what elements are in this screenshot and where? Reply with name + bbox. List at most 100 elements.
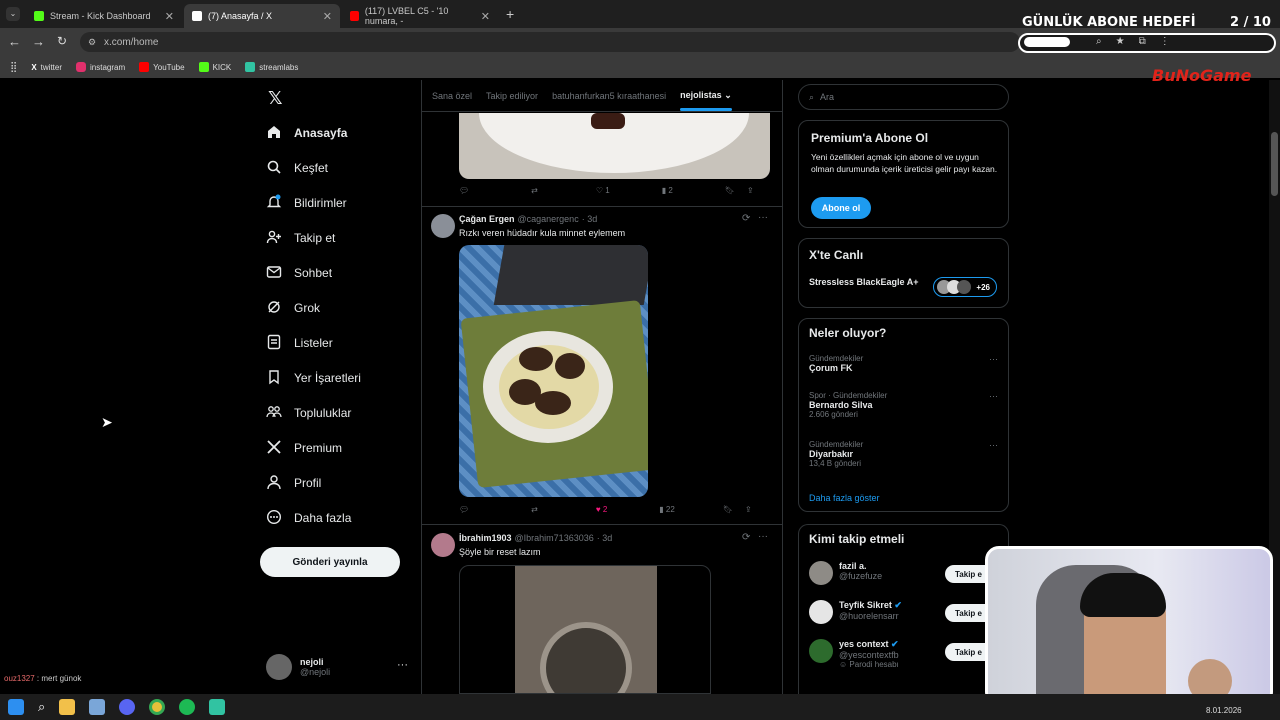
sidebar-item-follow[interactable]: Takip et xyxy=(266,223,335,253)
close-icon[interactable]: ✕ xyxy=(481,10,490,23)
site-info-icon[interactable]: ⚙ xyxy=(88,37,96,48)
grok-icon[interactable]: ⟳ xyxy=(742,532,750,543)
streamlabs-icon[interactable] xyxy=(209,699,226,715)
post-button[interactable]: Gönderi yayınla xyxy=(260,547,400,577)
more-icon[interactable]: ··· xyxy=(989,440,998,450)
sidebar-item-search[interactable]: Keşfet xyxy=(266,153,328,183)
post-image[interactable] xyxy=(459,113,770,179)
subscribe-button[interactable]: Abone ol xyxy=(811,197,871,219)
avatar xyxy=(809,600,833,624)
avatar[interactable] xyxy=(431,533,455,557)
zoom-icon[interactable]: ⌕ xyxy=(1096,36,1102,47)
views-button[interactable]: ▮ 2 xyxy=(662,186,673,195)
trend-item[interactable]: Gündemdekiler Çorum FK ··· xyxy=(809,354,1004,373)
sidebar-item-bookmark[interactable]: Yer İşaretleri xyxy=(266,363,361,393)
tab-following[interactable]: Takip ediliyor xyxy=(486,91,538,101)
views-button[interactable]: ▮ 22 xyxy=(659,505,675,514)
forward-icon[interactable]: → xyxy=(32,34,45,49)
more-icon[interactable]: ··· xyxy=(758,531,768,542)
bookmark-youtube[interactable]: YouTube xyxy=(139,62,185,72)
like-button[interactable]: ♥ 2 xyxy=(596,505,607,514)
reply-icon[interactable]: 💬︎ xyxy=(459,186,469,195)
account-switcher[interactable]: nejoli @nejoli xyxy=(266,654,330,680)
scrollbar-thumb[interactable] xyxy=(1271,132,1278,196)
sidebar-item-list[interactable]: Listeler xyxy=(266,328,333,358)
spotify-icon[interactable] xyxy=(179,699,196,715)
post-time[interactable]: · 3d xyxy=(582,214,598,224)
extension-icon[interactable]: ⧉ xyxy=(1139,36,1146,47)
tab-x-home[interactable]: (7) Anasayfa / X ✕ xyxy=(184,4,340,28)
goal-progress-fill xyxy=(1024,37,1070,47)
close-icon[interactable]: ✕ xyxy=(323,10,332,23)
avatar[interactable] xyxy=(431,214,455,238)
more-icon[interactable]: ··· xyxy=(397,659,408,671)
tab-for-you[interactable]: Sana özel xyxy=(432,91,472,101)
live-participants[interactable]: +26 xyxy=(933,277,997,297)
sidebar-item-communities[interactable]: Topluluklar xyxy=(266,398,351,428)
live-host[interactable]: Stressless BlackEagle A+ xyxy=(809,277,929,287)
apps-icon[interactable]: ⣿ xyxy=(10,62,17,73)
windows-start-icon[interactable] xyxy=(8,699,24,715)
more-icon[interactable]: ··· xyxy=(989,354,998,364)
sidebar-item-home[interactable]: Anasayfa xyxy=(266,118,347,148)
app-icon[interactable] xyxy=(89,699,106,715)
follow-suggestion[interactable]: fazil a. @fuzefuze xyxy=(809,561,882,585)
tab-list-kiraathanesi[interactable]: batuhanfurkan5 kıraathanesi xyxy=(552,91,666,101)
post-time[interactable]: · 3d xyxy=(597,533,613,543)
more-icon[interactable]: ··· xyxy=(758,212,768,223)
reload-icon[interactable]: ↻ xyxy=(57,34,67,48)
discord-icon[interactable] xyxy=(119,699,136,715)
live-title: X'te Canlı xyxy=(809,248,864,262)
address-bar[interactable]: x.com/home xyxy=(80,32,1020,52)
star-icon[interactable]: ★ xyxy=(1116,36,1125,47)
like-button[interactable]: ♡ 1 xyxy=(596,186,610,195)
search-icon[interactable]: ⌕ xyxy=(38,699,45,715)
chrome-icon[interactable] xyxy=(149,699,166,715)
repost-icon[interactable]: ⇄ xyxy=(531,186,538,195)
sidebar-item-mail[interactable]: Sohbet xyxy=(266,258,332,288)
post-image[interactable] xyxy=(459,245,648,497)
trend-name: Diyarbakır xyxy=(809,449,854,459)
show-more-link[interactable]: Daha fazla göster xyxy=(809,493,880,503)
tab-kick[interactable]: Stream - Kick Dashboard ✕ xyxy=(26,4,182,28)
follow-suggestion[interactable]: yes context ✔ @yescontextfb ☺ Parodi hes… xyxy=(809,639,899,669)
menu-icon[interactable]: ⋮ xyxy=(1160,36,1170,47)
author-handle[interactable]: @Ibrahim71363036 xyxy=(515,533,594,543)
verified-icon: ✔ xyxy=(891,639,899,649)
sidebar-item-more-circle[interactable]: Daha fazla xyxy=(266,503,351,533)
chevron-down-icon: ⌄ xyxy=(724,90,732,100)
tab-youtube[interactable]: (117) LVBEL C5 - '10 numara, - ✕ xyxy=(342,4,498,28)
author-name[interactable]: İbrahim1903 xyxy=(459,533,512,543)
repost-icon[interactable]: ⇄ xyxy=(531,505,538,514)
sidebar-item-grok[interactable]: Grok xyxy=(266,293,320,323)
new-tab-button[interactable]: + xyxy=(506,6,514,22)
post-video[interactable] xyxy=(459,565,711,694)
sidebar-item-x-premium[interactable]: Premium xyxy=(266,433,342,463)
tab-nejolistas[interactable]: nejolistas ⌄ xyxy=(680,90,732,111)
more-icon[interactable]: ··· xyxy=(989,391,998,401)
sidebar-item-bell[interactable]: Bildirimler xyxy=(266,188,347,218)
x-logo-icon[interactable]: 𝕏 xyxy=(268,88,283,109)
follow-suggestion[interactable]: Teyfik Sikret ✔ @huorelensarr xyxy=(809,600,902,624)
share-icon[interactable]: ⇪ xyxy=(745,505,752,514)
reply-icon[interactable]: 💬︎ xyxy=(459,505,469,514)
author-handle[interactable]: @caganergenc xyxy=(518,214,579,224)
grok-icon[interactable]: ⟳ xyxy=(742,213,750,224)
search-input[interactable]: ⌕ Ara xyxy=(798,84,1009,110)
bookmark-streamlabs[interactable]: streamlabs xyxy=(245,62,298,72)
close-icon[interactable]: ✕ xyxy=(165,10,174,23)
bookmark-icon[interactable]: 🔖︎ xyxy=(725,186,735,195)
youtube-icon xyxy=(350,11,359,21)
trend-item[interactable]: Gündemdekiler Diyarbakır 13,4 B gönderi … xyxy=(809,440,1004,468)
trend-item[interactable]: Spor · Gündemdekiler Bernardo Silva 2.60… xyxy=(809,391,1004,419)
sidebar-item-profile[interactable]: Profil xyxy=(266,468,321,498)
file-explorer-icon[interactable] xyxy=(59,699,76,715)
bookmark-icon[interactable]: 🔖︎ xyxy=(723,505,733,514)
share-icon[interactable]: ⇪ xyxy=(747,186,754,195)
bookmark-kick[interactable]: KICK xyxy=(198,62,231,72)
author-name[interactable]: Çağan Ergen xyxy=(459,214,515,224)
bookmark-instagram[interactable]: instagram xyxy=(76,62,125,72)
bookmark-twitter[interactable]: Xtwitter xyxy=(31,63,62,72)
tab-search-icon[interactable]: ⌄ xyxy=(6,7,20,21)
back-icon[interactable]: ← xyxy=(8,34,21,49)
